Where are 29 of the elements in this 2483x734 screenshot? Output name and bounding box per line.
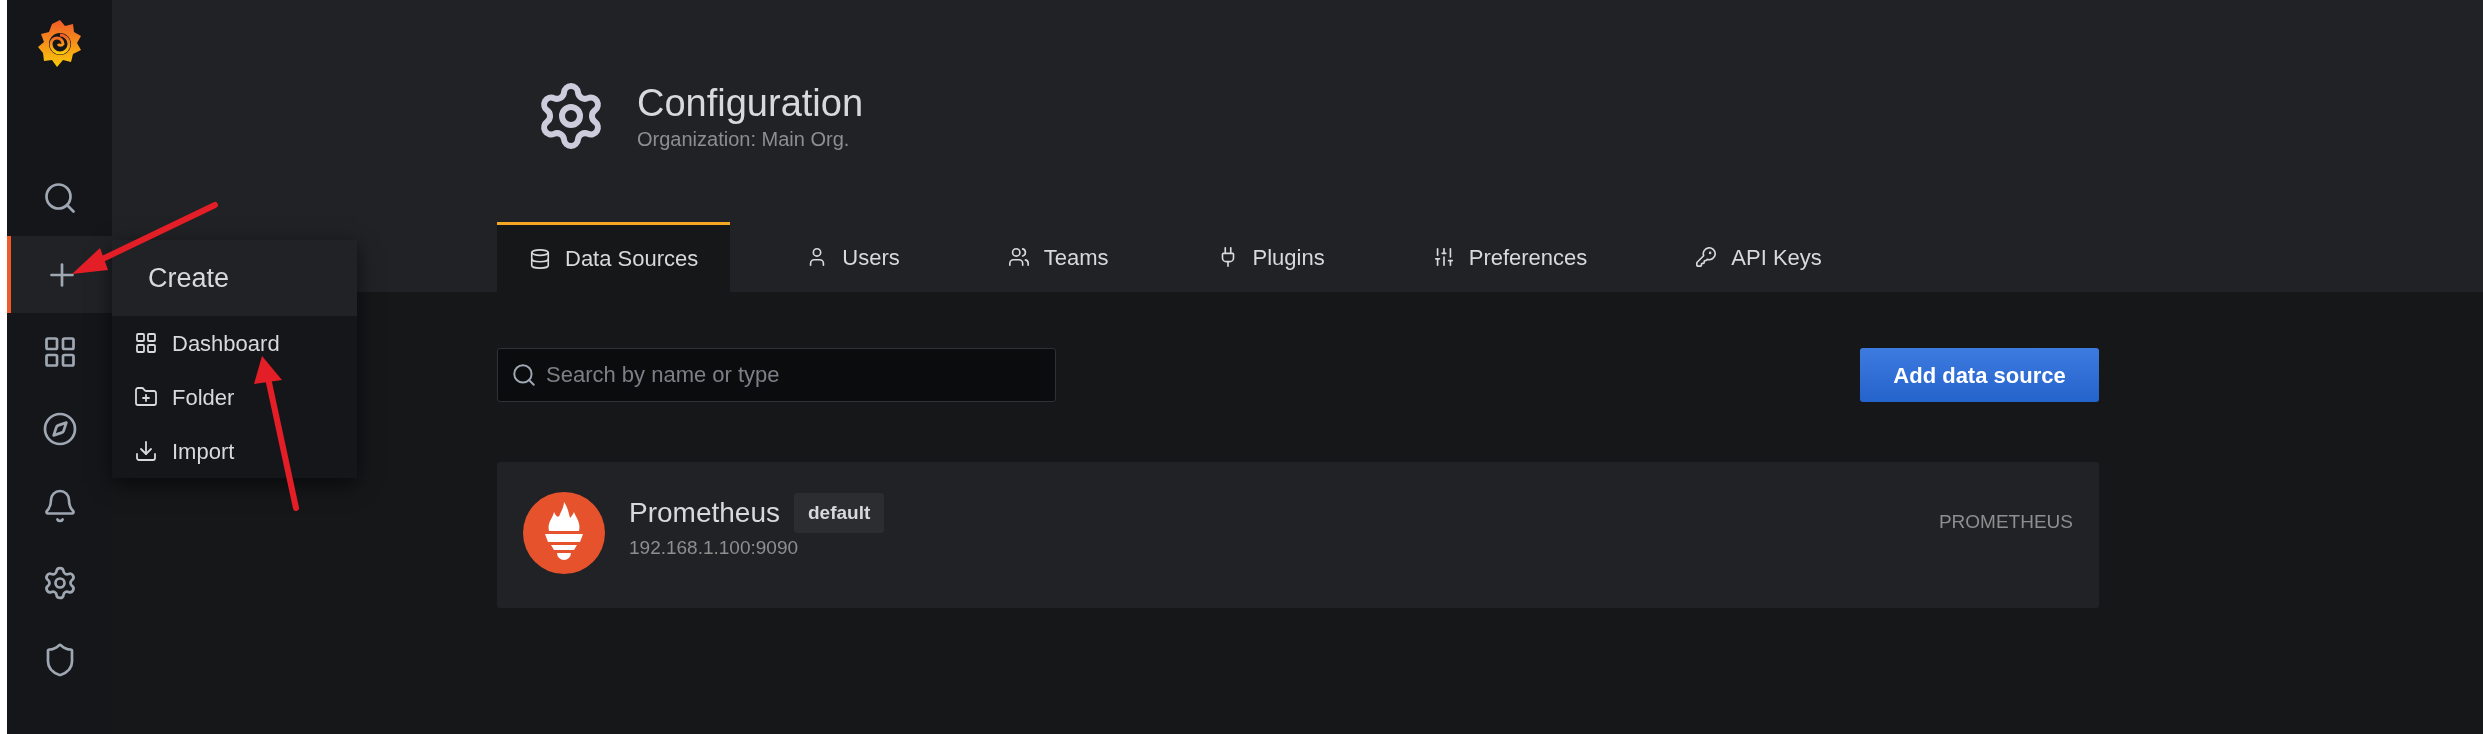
menu-title: Create (112, 240, 357, 316)
tab[interactable]: Users (774, 222, 932, 292)
grid-icon (134, 331, 158, 355)
menu-item[interactable]: Folder (112, 370, 357, 424)
users-icon (1007, 246, 1030, 268)
data-source-type: PROMETHEUS (1938, 510, 2073, 534)
default-badge: default (793, 492, 885, 534)
menu-item[interactable]: Import (112, 424, 357, 478)
sidebar-item[interactable] (7, 236, 112, 313)
data-source-card[interactable]: Prometheus default 192.168.1.100:9090 PROMETHEUS (497, 462, 2099, 608)
page-title: Configuration (637, 81, 864, 126)
tab[interactable]: Data Sources (497, 222, 731, 292)
tab[interactable]: Plugins (1184, 222, 1357, 292)
compass-icon (41, 410, 78, 447)
menu-item[interactable]: Dashboard (112, 316, 357, 370)
data-source-url: 192.168.1.100:9090 (629, 536, 800, 560)
key-icon (1695, 246, 1718, 268)
tab[interactable]: Teams (975, 222, 1141, 292)
database-icon (529, 247, 551, 270)
search-icon (511, 362, 537, 388)
search-field[interactable]: Search by name or type (497, 348, 1056, 402)
download-icon (134, 439, 158, 463)
add-data-source-button[interactable]: Add data source (1860, 348, 2099, 402)
tab[interactable]: API Keys (1663, 222, 1854, 292)
sliders-icon (1432, 246, 1455, 268)
tab[interactable]: Preferences (1400, 222, 1620, 292)
page-subtitle: Organization: Main Org. (637, 127, 851, 152)
folder-icon (134, 385, 158, 409)
data-source-name: Prometheus (629, 496, 780, 530)
